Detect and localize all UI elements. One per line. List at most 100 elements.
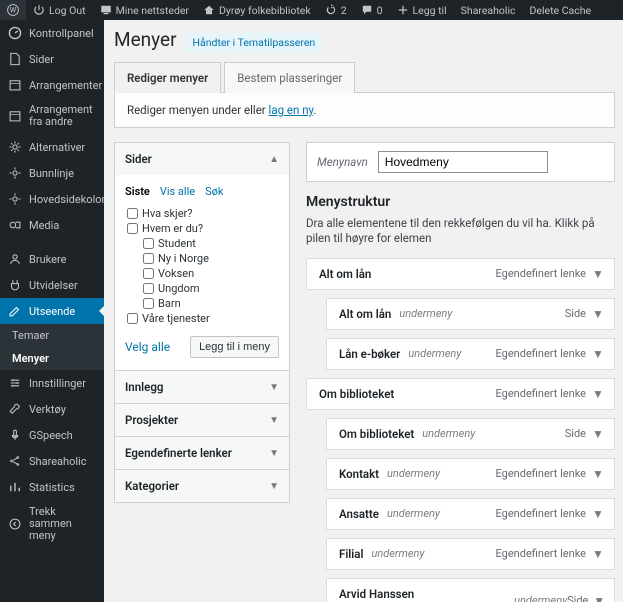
submenu-themes[interactable]: Temaer bbox=[0, 324, 104, 347]
submenu-indicator: undermeny bbox=[422, 427, 475, 440]
menu-item[interactable]: KontaktundermenyEgendefinert lenke▼ bbox=[326, 458, 615, 490]
add-to-menu-button[interactable]: Legg til i meny bbox=[190, 336, 279, 358]
page-title: Menyer bbox=[114, 28, 177, 51]
structure-description: Dra alle elementene til den rekkefølgen … bbox=[306, 216, 615, 246]
menu-appearance[interactable]: Utseende bbox=[0, 298, 104, 324]
chevron-down-icon: ▼ bbox=[269, 415, 279, 426]
chevron-down-icon[interactable]: ▼ bbox=[590, 267, 606, 281]
accordion-projects[interactable]: Prosjekter▼ bbox=[115, 403, 289, 436]
filter-recent[interactable]: Siste bbox=[125, 185, 150, 198]
accordion-posts[interactable]: Innlegg▼ bbox=[115, 370, 289, 403]
share-icon bbox=[8, 454, 22, 468]
menu-gspeech[interactable]: GSpeech bbox=[0, 422, 104, 448]
menu-label: Verktøy bbox=[29, 403, 66, 416]
menu-item[interactable]: Alt om lånundermenySide▼ bbox=[326, 298, 615, 330]
menu-label: Sider bbox=[29, 53, 54, 66]
pages-checklist: Hva skjer? Hvem er du? Student Ny i Norg… bbox=[127, 206, 279, 326]
checkbox[interactable] bbox=[143, 238, 154, 249]
menu-item[interactable]: FilialundermenyEgendefinert lenke▼ bbox=[326, 538, 615, 570]
submenu-menus[interactable]: Menyer bbox=[0, 347, 104, 370]
menu-collapse[interactable]: Trekk sammen meny bbox=[0, 500, 104, 548]
menu-tools[interactable]: Verktøy bbox=[0, 396, 104, 422]
customizer-link[interactable]: Håndter i Tematilpasseren bbox=[186, 33, 323, 52]
checkbox[interactable] bbox=[143, 283, 154, 294]
menu-plugins[interactable]: Utvidelser bbox=[0, 272, 104, 298]
filter-all[interactable]: Vis alle bbox=[160, 185, 195, 198]
submenu-indicator: undermeny bbox=[514, 594, 567, 602]
chevron-down-icon[interactable]: ▼ bbox=[592, 594, 606, 602]
delete-cache-link[interactable]: Delete Cache bbox=[523, 0, 599, 20]
chevron-down-icon[interactable]: ▼ bbox=[590, 507, 606, 521]
menu-item[interactable]: Arvid Hanssen dokumentasjonssenter underm… bbox=[326, 578, 615, 602]
menu-events[interactable]: Arrangementer bbox=[0, 72, 104, 98]
page-checkbox[interactable]: Ny i Norge bbox=[127, 251, 279, 266]
menu-item[interactable]: Lån e-bøkerundermenyEgendefinert lenke▼ bbox=[326, 338, 615, 370]
checkbox[interactable] bbox=[127, 313, 138, 324]
menu-item-title: Arvid Hanssen dokumentasjonssenter bbox=[339, 587, 506, 602]
new-content[interactable]: Legg til bbox=[390, 0, 454, 20]
wp-logo[interactable]: W bbox=[0, 0, 26, 20]
page-checkbox[interactable]: Hvem er du? bbox=[127, 221, 279, 236]
chevron-down-icon[interactable]: ▼ bbox=[590, 347, 606, 361]
my-sites[interactable]: Mine nettsteder bbox=[93, 0, 196, 20]
filter-search[interactable]: Søk bbox=[205, 185, 223, 198]
updates-count: 2 bbox=[341, 4, 347, 17]
menu-item[interactable]: AnsatteundermenyEgendefinert lenke▼ bbox=[326, 498, 615, 530]
power-icon bbox=[33, 4, 45, 16]
accordion-title: Sider bbox=[125, 152, 152, 166]
menu-item-type: Egendefinert lenke bbox=[496, 267, 590, 280]
select-all-link[interactable]: Velg alle bbox=[125, 340, 170, 354]
page-checkbox[interactable]: Våre tjenester bbox=[127, 311, 279, 326]
menu-media[interactable]: Media bbox=[0, 212, 104, 238]
menu-name-row: Menynavn bbox=[306, 142, 615, 182]
menu-settings[interactable]: Innstillinger bbox=[0, 370, 104, 396]
accordion-custom-links[interactable]: Egendefinerte lenker▼ bbox=[115, 436, 289, 469]
accordion-categories[interactable]: Kategorier▼ bbox=[115, 469, 289, 502]
menu-label: GSpeech bbox=[29, 429, 73, 442]
logout-link[interactable]: Log Out bbox=[26, 0, 93, 20]
add-items-column: Sider ▲ Siste Vis alle Søk Hva skjer? Hv… bbox=[114, 142, 290, 602]
new-label: Legg til bbox=[413, 4, 447, 17]
chevron-down-icon[interactable]: ▼ bbox=[590, 387, 606, 401]
menu-item-type: Side bbox=[565, 427, 590, 440]
updates-link[interactable]: 2 bbox=[318, 0, 354, 20]
chevron-down-icon[interactable]: ▼ bbox=[590, 467, 606, 481]
tab-locations[interactable]: Bestem plasseringer bbox=[224, 62, 355, 93]
checkbox[interactable] bbox=[143, 298, 154, 309]
site-link[interactable]: Dyrøy folkebibliotek bbox=[196, 0, 318, 20]
menu-item[interactable]: Alt om lånEgendefinert lenke▼ bbox=[306, 258, 615, 290]
page-checkbox[interactable]: Voksen bbox=[127, 266, 279, 281]
comments-link[interactable]: 0 bbox=[354, 0, 390, 20]
menu-item[interactable]: Om biblioteketEgendefinert lenke▼ bbox=[306, 378, 615, 410]
chevron-down-icon[interactable]: ▼ bbox=[590, 427, 606, 441]
page-checkbox[interactable]: Barn bbox=[127, 296, 279, 311]
page-checkbox[interactable]: Student bbox=[127, 236, 279, 251]
menu-item-type: Side bbox=[565, 307, 590, 320]
menu-users[interactable]: Brukere bbox=[0, 246, 104, 272]
checkbox[interactable] bbox=[127, 223, 138, 234]
menu-item[interactable]: Om biblioteketundermenySide▼ bbox=[326, 418, 615, 450]
tab-edit-menus[interactable]: Rediger menyer bbox=[114, 62, 221, 93]
menu-events-other[interactable]: Arrangement fra andre bbox=[0, 98, 104, 134]
checkbox[interactable] bbox=[143, 253, 154, 264]
chevron-down-icon[interactable]: ▼ bbox=[590, 547, 606, 561]
menu-label: Trekk sammen meny bbox=[29, 506, 96, 542]
checkbox[interactable] bbox=[143, 268, 154, 279]
menu-footer[interactable]: Bunnlinje bbox=[0, 160, 104, 186]
menu-label: Alternativer bbox=[29, 141, 85, 154]
page-checkbox[interactable]: Ungdom bbox=[127, 281, 279, 296]
accordion-pages[interactable]: Sider ▲ bbox=[115, 143, 289, 175]
menu-shareaholic[interactable]: Shareaholic bbox=[0, 448, 104, 474]
checkbox[interactable] bbox=[127, 208, 138, 219]
create-new-link[interactable]: lag en ny bbox=[269, 103, 314, 117]
menu-options[interactable]: Alternativer bbox=[0, 134, 104, 160]
menu-dashboard[interactable]: Kontrollpanel bbox=[0, 20, 104, 46]
menu-statistics[interactable]: Statistics bbox=[0, 474, 104, 500]
chevron-down-icon[interactable]: ▼ bbox=[590, 307, 606, 321]
shareaholic-link[interactable]: Shareaholic bbox=[454, 0, 523, 20]
page-checkbox[interactable]: Hva skjer? bbox=[127, 206, 279, 221]
menu-name-input[interactable] bbox=[378, 151, 548, 173]
comment-icon bbox=[361, 4, 373, 16]
menu-pages[interactable]: Sider bbox=[0, 46, 104, 72]
menu-maincol[interactable]: Hovedsidekolonne bbox=[0, 186, 104, 212]
